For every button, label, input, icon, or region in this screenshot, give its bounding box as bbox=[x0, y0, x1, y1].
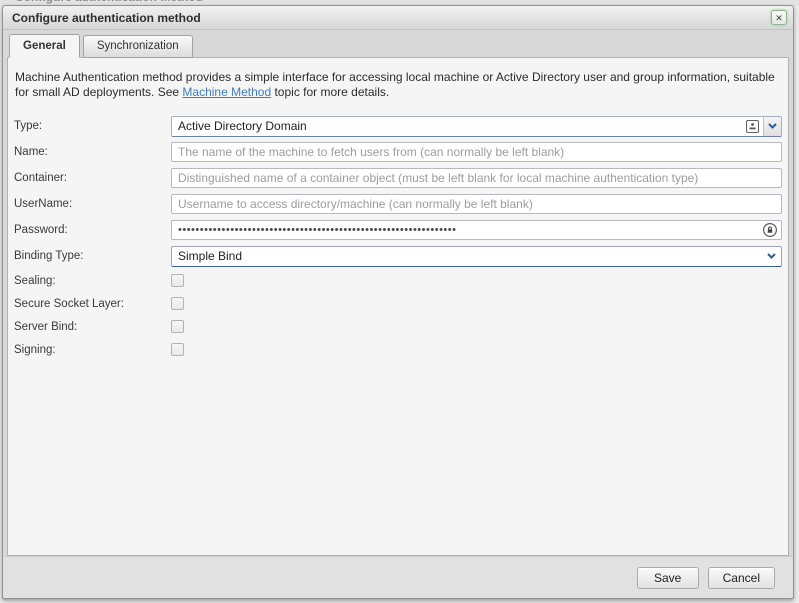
tab-strip: General Synchronization bbox=[3, 30, 793, 58]
password-lock-icon[interactable] bbox=[762, 222, 778, 238]
form-row-type: Type: Active Directory Domain bbox=[14, 116, 788, 136]
username-label: UserName: bbox=[14, 198, 171, 210]
info-text-after: topic for more details. bbox=[271, 85, 389, 99]
type-combobox-value: Active Directory Domain bbox=[172, 119, 746, 133]
server-bind-label: Server Bind: bbox=[14, 321, 171, 333]
tab-synchronization[interactable]: Synchronization bbox=[83, 35, 193, 58]
form-row-username: UserName: bbox=[14, 194, 788, 214]
form-row-name: Name: bbox=[14, 142, 788, 162]
chevron-down-icon bbox=[768, 123, 777, 129]
name-input[interactable] bbox=[171, 142, 782, 162]
server-bind-checkbox[interactable] bbox=[171, 320, 184, 333]
ssl-checkbox[interactable] bbox=[171, 297, 184, 310]
name-label: Name: bbox=[14, 146, 171, 158]
configure-auth-dialog: Configure authentication method ✕ Genera… bbox=[2, 5, 794, 599]
ssl-label: Secure Socket Layer: bbox=[14, 298, 171, 310]
type-label: Type: bbox=[14, 120, 171, 132]
sealing-checkbox[interactable] bbox=[171, 274, 184, 287]
container-label: Container: bbox=[14, 172, 171, 184]
sealing-label: Sealing: bbox=[14, 275, 171, 287]
form-row-binding-type: Binding Type: Simple Bind bbox=[14, 246, 788, 266]
type-dropdown-button[interactable] bbox=[763, 117, 781, 136]
signing-checkbox[interactable] bbox=[171, 343, 184, 356]
password-label: Password: bbox=[14, 224, 171, 236]
form-row-signing: Signing: bbox=[14, 341, 788, 358]
signing-label: Signing: bbox=[14, 344, 171, 356]
cancel-button[interactable]: Cancel bbox=[708, 567, 775, 589]
background-window-title: Configure authentication Method bbox=[15, 0, 799, 4]
info-text-before: Machine Authentication method provides a… bbox=[15, 70, 775, 99]
binding-type-dropdown-button[interactable] bbox=[761, 247, 781, 266]
tab-panel-general: Machine Authentication method provides a… bbox=[7, 57, 789, 556]
autocomplete-badge-icon bbox=[746, 120, 759, 133]
tab-general[interactable]: General bbox=[9, 34, 80, 58]
dialog-title: Configure authentication method bbox=[12, 11, 771, 25]
password-field-wrap bbox=[171, 220, 782, 240]
binding-type-combobox-value: Simple Bind bbox=[172, 249, 761, 263]
username-input[interactable] bbox=[171, 194, 782, 214]
binding-type-label: Binding Type: bbox=[14, 250, 171, 262]
container-input[interactable] bbox=[171, 168, 782, 188]
password-input[interactable] bbox=[171, 220, 782, 240]
auth-form: Type: Active Directory Domain Name: bbox=[8, 116, 788, 358]
form-row-password: Password: bbox=[14, 220, 788, 240]
form-row-container: Container: bbox=[14, 168, 788, 188]
dialog-footer: Save Cancel bbox=[3, 556, 793, 598]
dialog-titlebar: Configure authentication method ✕ bbox=[3, 6, 793, 30]
form-row-sealing: Sealing: bbox=[14, 272, 788, 289]
machine-method-link[interactable]: Machine Method bbox=[182, 85, 271, 99]
close-button[interactable]: ✕ bbox=[771, 10, 787, 25]
info-text: Machine Authentication method provides a… bbox=[15, 70, 778, 99]
type-combobox[interactable]: Active Directory Domain bbox=[171, 116, 782, 137]
chevron-down-icon bbox=[767, 253, 776, 259]
save-button[interactable]: Save bbox=[637, 567, 699, 589]
form-row-server-bind: Server Bind: bbox=[14, 318, 788, 335]
binding-type-combobox[interactable]: Simple Bind bbox=[171, 246, 782, 267]
form-row-ssl: Secure Socket Layer: bbox=[14, 295, 788, 312]
close-icon: ✕ bbox=[775, 13, 783, 23]
